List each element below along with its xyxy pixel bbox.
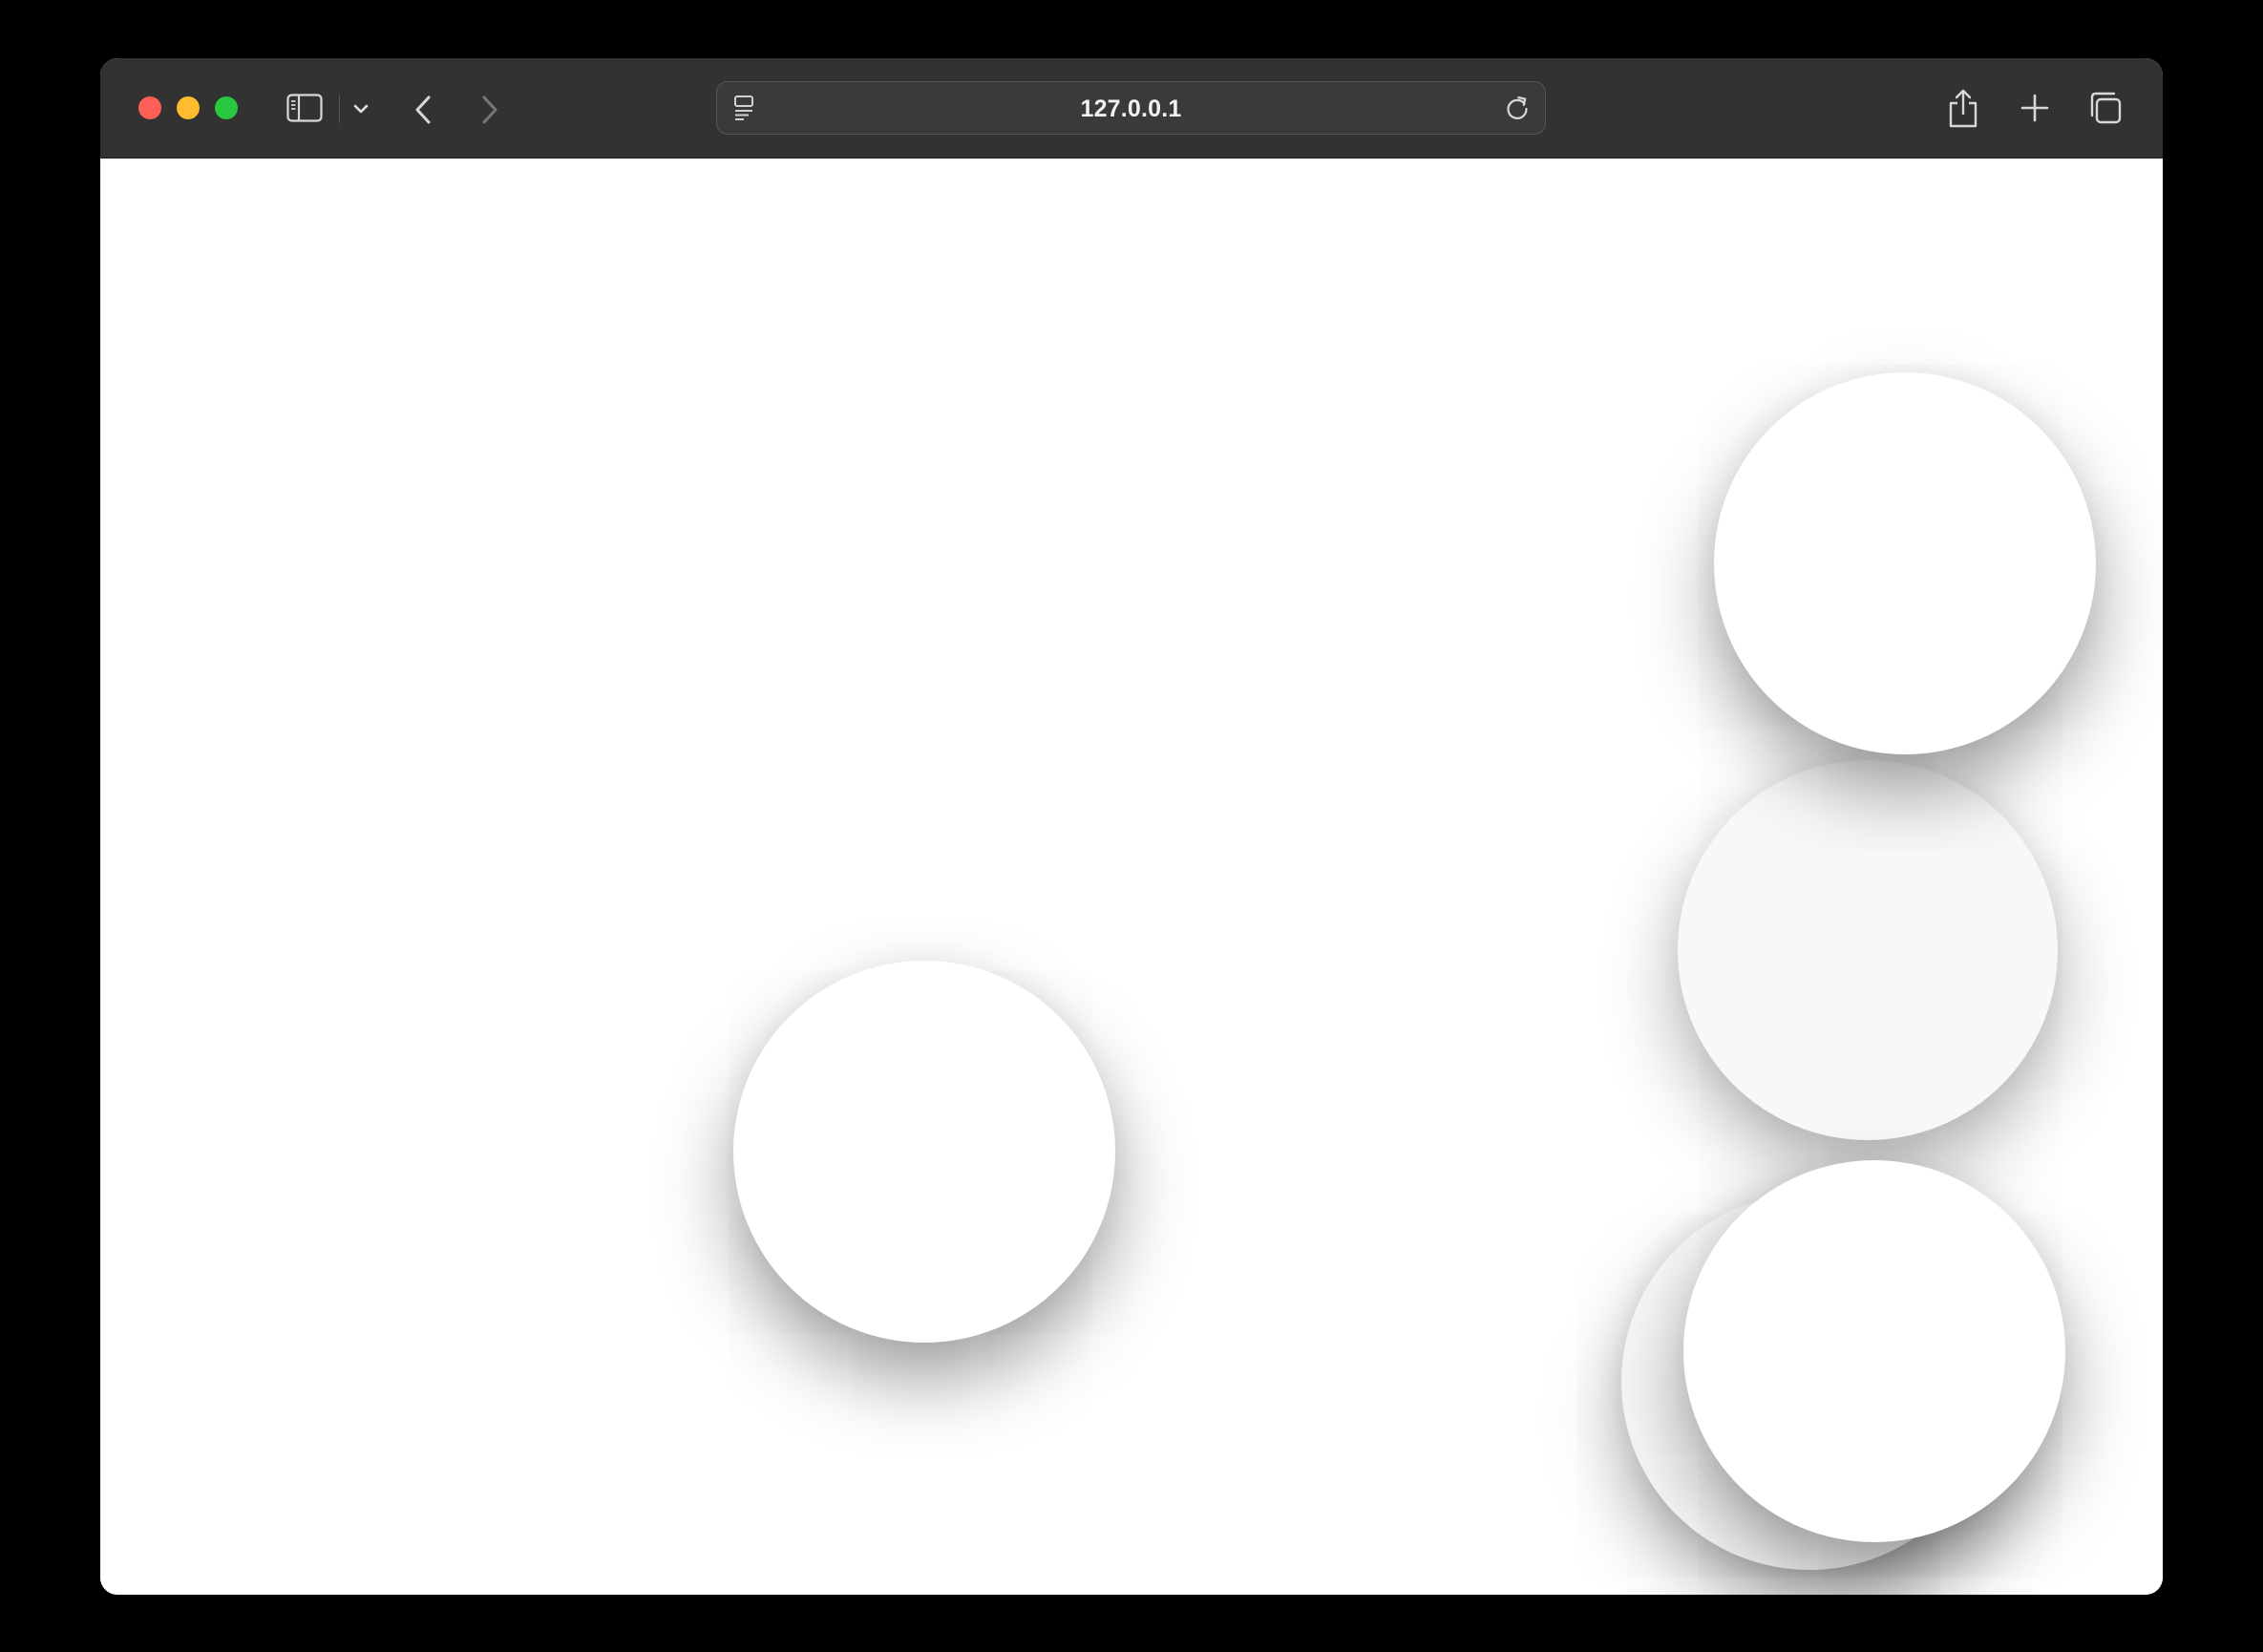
browser-window: 127.0.0.1: [100, 58, 2163, 1595]
circle-shape-left[interactable]: [733, 961, 1115, 1343]
forward-button[interactable]: [471, 91, 509, 129]
sidebar-toggle-button[interactable]: [285, 91, 325, 125]
address-bar[interactable]: 127.0.0.1: [716, 81, 1546, 135]
chevron-down-icon: [353, 104, 369, 114]
plus-icon: [2020, 94, 2049, 122]
circle-shape-top-right[interactable]: [1714, 372, 2096, 754]
share-icon: [1949, 89, 1977, 128]
sidebar-menu-button[interactable]: [347, 96, 375, 121]
circle-shape-middle-right[interactable]: [1678, 760, 2058, 1140]
reload-icon: [1507, 96, 1528, 119]
close-window-button[interactable]: [138, 96, 161, 119]
toolbar-divider: [339, 95, 340, 123]
minimize-window-button[interactable]: [177, 96, 200, 119]
address-text[interactable]: 127.0.0.1: [717, 95, 1545, 122]
chevron-right-icon: [482, 95, 497, 124]
share-button[interactable]: [1944, 85, 1982, 131]
tabs-overview-icon: [2090, 92, 2122, 124]
chevron-left-icon: [415, 95, 431, 124]
circle-shape-bottom-right[interactable]: [1683, 1160, 2065, 1542]
browser-toolbar: 127.0.0.1: [100, 58, 2163, 159]
back-button[interactable]: [404, 91, 442, 129]
maximize-window-button[interactable]: [215, 96, 238, 119]
reload-button[interactable]: [1503, 94, 1532, 122]
sidebar-icon: [286, 94, 323, 122]
new-tab-button[interactable]: [2016, 89, 2054, 127]
tab-overview-button[interactable]: [2086, 89, 2125, 127]
page-content: [100, 159, 2163, 1595]
